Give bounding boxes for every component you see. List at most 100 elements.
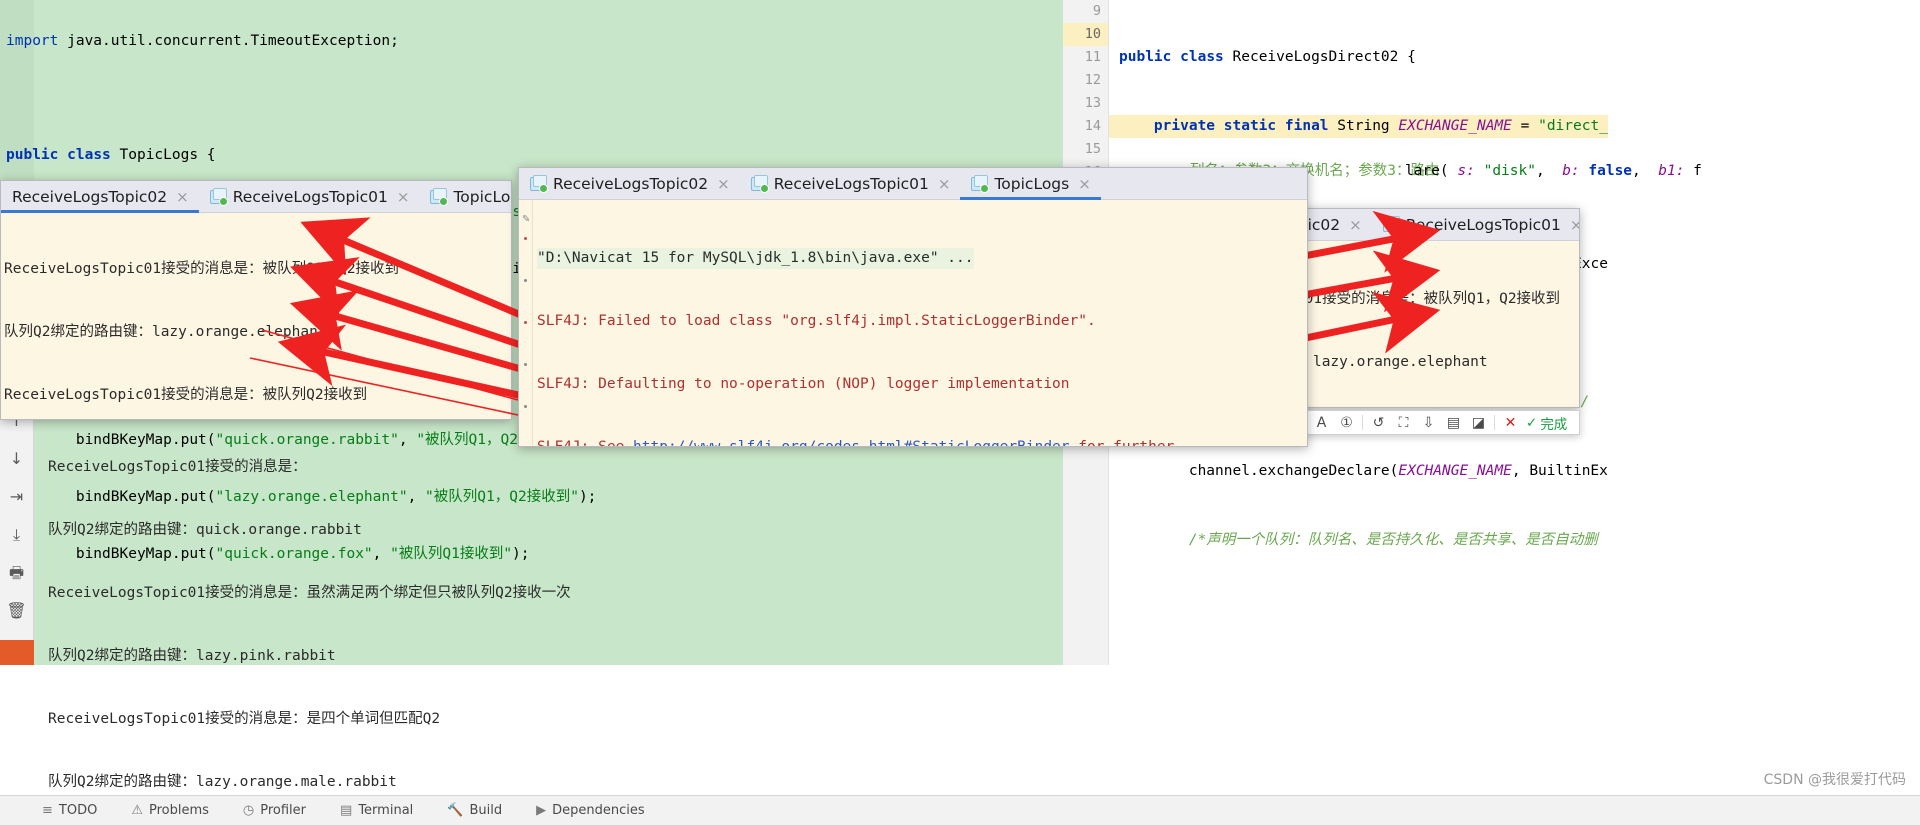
bottom-item-todo[interactable]: ≡ TODO [42, 803, 97, 818]
bottom-item-terminal[interactable]: ▤ Terminal [340, 803, 413, 818]
console-output-area[interactable]: ReceiveLogsTopic01接受的消息是：被队列Q1，Q2接收到 队列Q… [1, 213, 511, 419]
scroll-to-end-icon[interactable]: ⤓ [6, 524, 28, 546]
code-line: /*声明一个队列：队列名、是否持久化、是否共享、是否自动删 [1188, 532, 1598, 548]
mark-dot [524, 321, 527, 324]
tab-label: ReceiveLogsTopic01 [1405, 215, 1561, 234]
print-icon[interactable]: 🖶 [6, 562, 28, 584]
console-overflow-text: ReceiveLogsTopic01接受的消息是： 队列Q2绑定的路由键：qui… [48, 415, 571, 825]
tab-label: TopicLogs [994, 174, 1070, 193]
pin-tool-icon[interactable]: ◪ [1466, 412, 1491, 433]
line-prefix: SLF4J: See [537, 439, 633, 446]
fold-marker-icon: ✎ [522, 214, 531, 225]
code-line: public class TopicLogs { [6, 147, 216, 163]
run-config-icon [1382, 215, 1401, 234]
console-line: SLF4J: Defaulting to no-operation (NOP) … [537, 376, 1070, 392]
mark-dot [524, 363, 527, 366]
ocr-tool-icon[interactable]: ⛶ [1391, 412, 1416, 433]
gutter-number: 11 [1084, 49, 1101, 65]
todo-icon: ≡ [42, 803, 53, 818]
code-line: public class ReceiveLogsDirect02 { [1119, 49, 1416, 65]
tab-label: ReceiveLogsTopic02 [12, 187, 168, 206]
close-icon[interactable]: × [1570, 216, 1579, 234]
mark-dot [524, 405, 527, 408]
console-line: 队列Q2绑定的路由键：lazy.orange.male.rabbit [48, 774, 397, 790]
console-line: ReceiveLogsTopic01接受的消息是： [48, 459, 307, 475]
save-tool-icon[interactable]: ▤ [1441, 412, 1466, 433]
bottom-item-label: Profiler [260, 803, 307, 818]
run-config-icon [971, 174, 990, 193]
done-button[interactable]: ✓ 完成 [1523, 413, 1567, 433]
command-line-text: "D:\Navicat 15 for MySQL\jdk_1.8\bin\jav… [537, 248, 974, 269]
close-icon[interactable]: × [176, 188, 189, 206]
bottom-item-label: TODO [58, 803, 98, 818]
console-line-command: "D:\Navicat 15 for MySQL\jdk_1.8\bin\jav… [537, 248, 1307, 269]
clear-all-icon[interactable]: 🗑 [6, 600, 28, 622]
serial-number-tool-icon[interactable]: ① [1334, 412, 1359, 433]
bottom-item-build[interactable]: 🔨 Build [447, 803, 502, 818]
slf4j-doc-link[interactable]: http://www.slf4j.org/codes.html#StaticLo… [633, 439, 1070, 446]
console-line: SLF4J: Failed to load class "org.slf4j.i… [537, 313, 1096, 329]
console-line: 队列Q2绑定的路由键：quick.orange.rabbit [48, 522, 362, 538]
bottom-item-profiler[interactable]: ◷ Profiler [243, 803, 306, 818]
gutter-number: 10 [1063, 23, 1108, 46]
editor-right-code-frag: lare( s: "disk", b: false, b1: f [1405, 163, 1702, 179]
close-icon[interactable]: × [938, 175, 951, 193]
watermark: CSDN @我很爱打代码 [1763, 772, 1906, 788]
console-output-area[interactable]: ✎ "D:\Navicat 15 for MySQL\jdk_1.8\bin\j… [519, 200, 1307, 446]
bottom-item-label: Dependencies [552, 803, 645, 818]
tab-label: TopicLogs [453, 187, 511, 206]
tab-topiclogs[interactable]: TopicLogs [419, 181, 511, 212]
bottom-item-dependencies[interactable]: ▶ Dependencies [536, 803, 645, 818]
ide-bottom-bar[interactable]: ≡ TODO ⚠ Problems ◷ Profiler ▤ Terminal 🔨 Bui… [0, 795, 1920, 825]
bottom-item-problems[interactable]: ⚠ Problems [131, 803, 209, 818]
close-icon[interactable]: × [1349, 216, 1362, 234]
play-icon: ▶ [536, 803, 547, 818]
check-icon: ✓ [1526, 414, 1538, 431]
run-config-icon [430, 187, 449, 206]
text-tool-icon[interactable]: A [1309, 412, 1334, 433]
tab-topiclogs[interactable]: TopicLogs × [960, 168, 1102, 200]
gutter-number: 14 [1084, 118, 1101, 134]
console-lines: ReceiveLogsTopic01接受的消息是：被队列Q1，Q2接收到 队列Q… [1, 213, 511, 419]
console-line: ReceiveLogsTopic01接受的消息是：是四个单词但匹配Q2 [48, 711, 441, 727]
tab-receivelogstopic02[interactable]: ReceiveLogsTopic02 × [1, 181, 199, 213]
tab-receivelogstopic01[interactable]: ReceiveLogsTopic01 × [740, 168, 961, 199]
console-window-topiclogs[interactable]: ReceiveLogsTopic02 × ReceiveLogsTopic01 … [518, 167, 1308, 447]
undo-tool-icon[interactable]: ↺ [1366, 412, 1391, 433]
console-line: ReceiveLogsTopic01接受的消息是：被队列Q1，Q2接收到 [4, 261, 400, 277]
tab-label: ReceiveLogsTopic01 [232, 187, 388, 206]
code-line: import java.util.concurrent.TimeoutExcep… [6, 33, 399, 49]
tab-receivelogstopic01[interactable]: ReceiveLogsTopic01 × [1372, 209, 1579, 240]
mark-dot [524, 237, 527, 240]
console-lines: "D:\Navicat 15 for MySQL\jdk_1.8\bin\jav… [519, 200, 1307, 446]
bottom-item-label: Terminal [358, 803, 414, 818]
close-icon[interactable]: × [1078, 175, 1091, 193]
tab-label: ReceiveLogsTopic02 [553, 174, 709, 193]
gutter-number: 13 [1084, 95, 1101, 111]
console-line-with-link: SLF4J: See http://www.slf4j.org/codes.ht… [537, 437, 1307, 446]
console-tabbar[interactable]: ReceiveLogsTopic02 × ReceiveLogsTopic01 … [519, 168, 1307, 200]
hammer-icon: 🔨 [447, 803, 464, 818]
bottom-item-label: Build [469, 803, 503, 818]
close-icon[interactable]: × [717, 175, 730, 193]
console-marks-gutter: ✎ [519, 200, 533, 446]
download-tool-icon[interactable]: ⇩ [1416, 412, 1441, 433]
scroll-down-icon[interactable]: ↓ [6, 448, 28, 470]
left-strip-accent [0, 640, 34, 665]
gutter-number: 9 [1092, 3, 1101, 19]
console-line: 队列Q2绑定的路由键：lazy.pink.rabbit [48, 648, 336, 664]
code-line: private static final String EXCHANGE_NAM… [1109, 115, 1608, 138]
gutter-number: 15 [1084, 141, 1101, 157]
console-tabbar[interactable]: ReceiveLogsTopic02 × ReceiveLogsTopic01 … [1, 181, 511, 213]
code-line: channel.exchangeDeclare(EXCHANGE_NAME, B… [1119, 463, 1608, 479]
tab-receivelogstopic02[interactable]: ReceiveLogsTopic02 × [519, 168, 740, 199]
console-window-receivelogstopic02[interactable]: ReceiveLogsTopic02 × ReceiveLogsTopic01 … [0, 180, 512, 420]
close-icon[interactable]: × [397, 188, 410, 206]
tab-receivelogstopic01[interactable]: ReceiveLogsTopic01 × [199, 181, 420, 212]
soft-wrap-icon[interactable]: ⇥ [6, 486, 28, 508]
close-button[interactable]: ✕ [1498, 412, 1523, 433]
console-toolbar-strip[interactable]: ↑ ↓ ⇥ ⤓ 🖶 🗑 [0, 400, 34, 665]
line-suffix: for further [1070, 439, 1184, 446]
run-config-icon [209, 187, 228, 206]
